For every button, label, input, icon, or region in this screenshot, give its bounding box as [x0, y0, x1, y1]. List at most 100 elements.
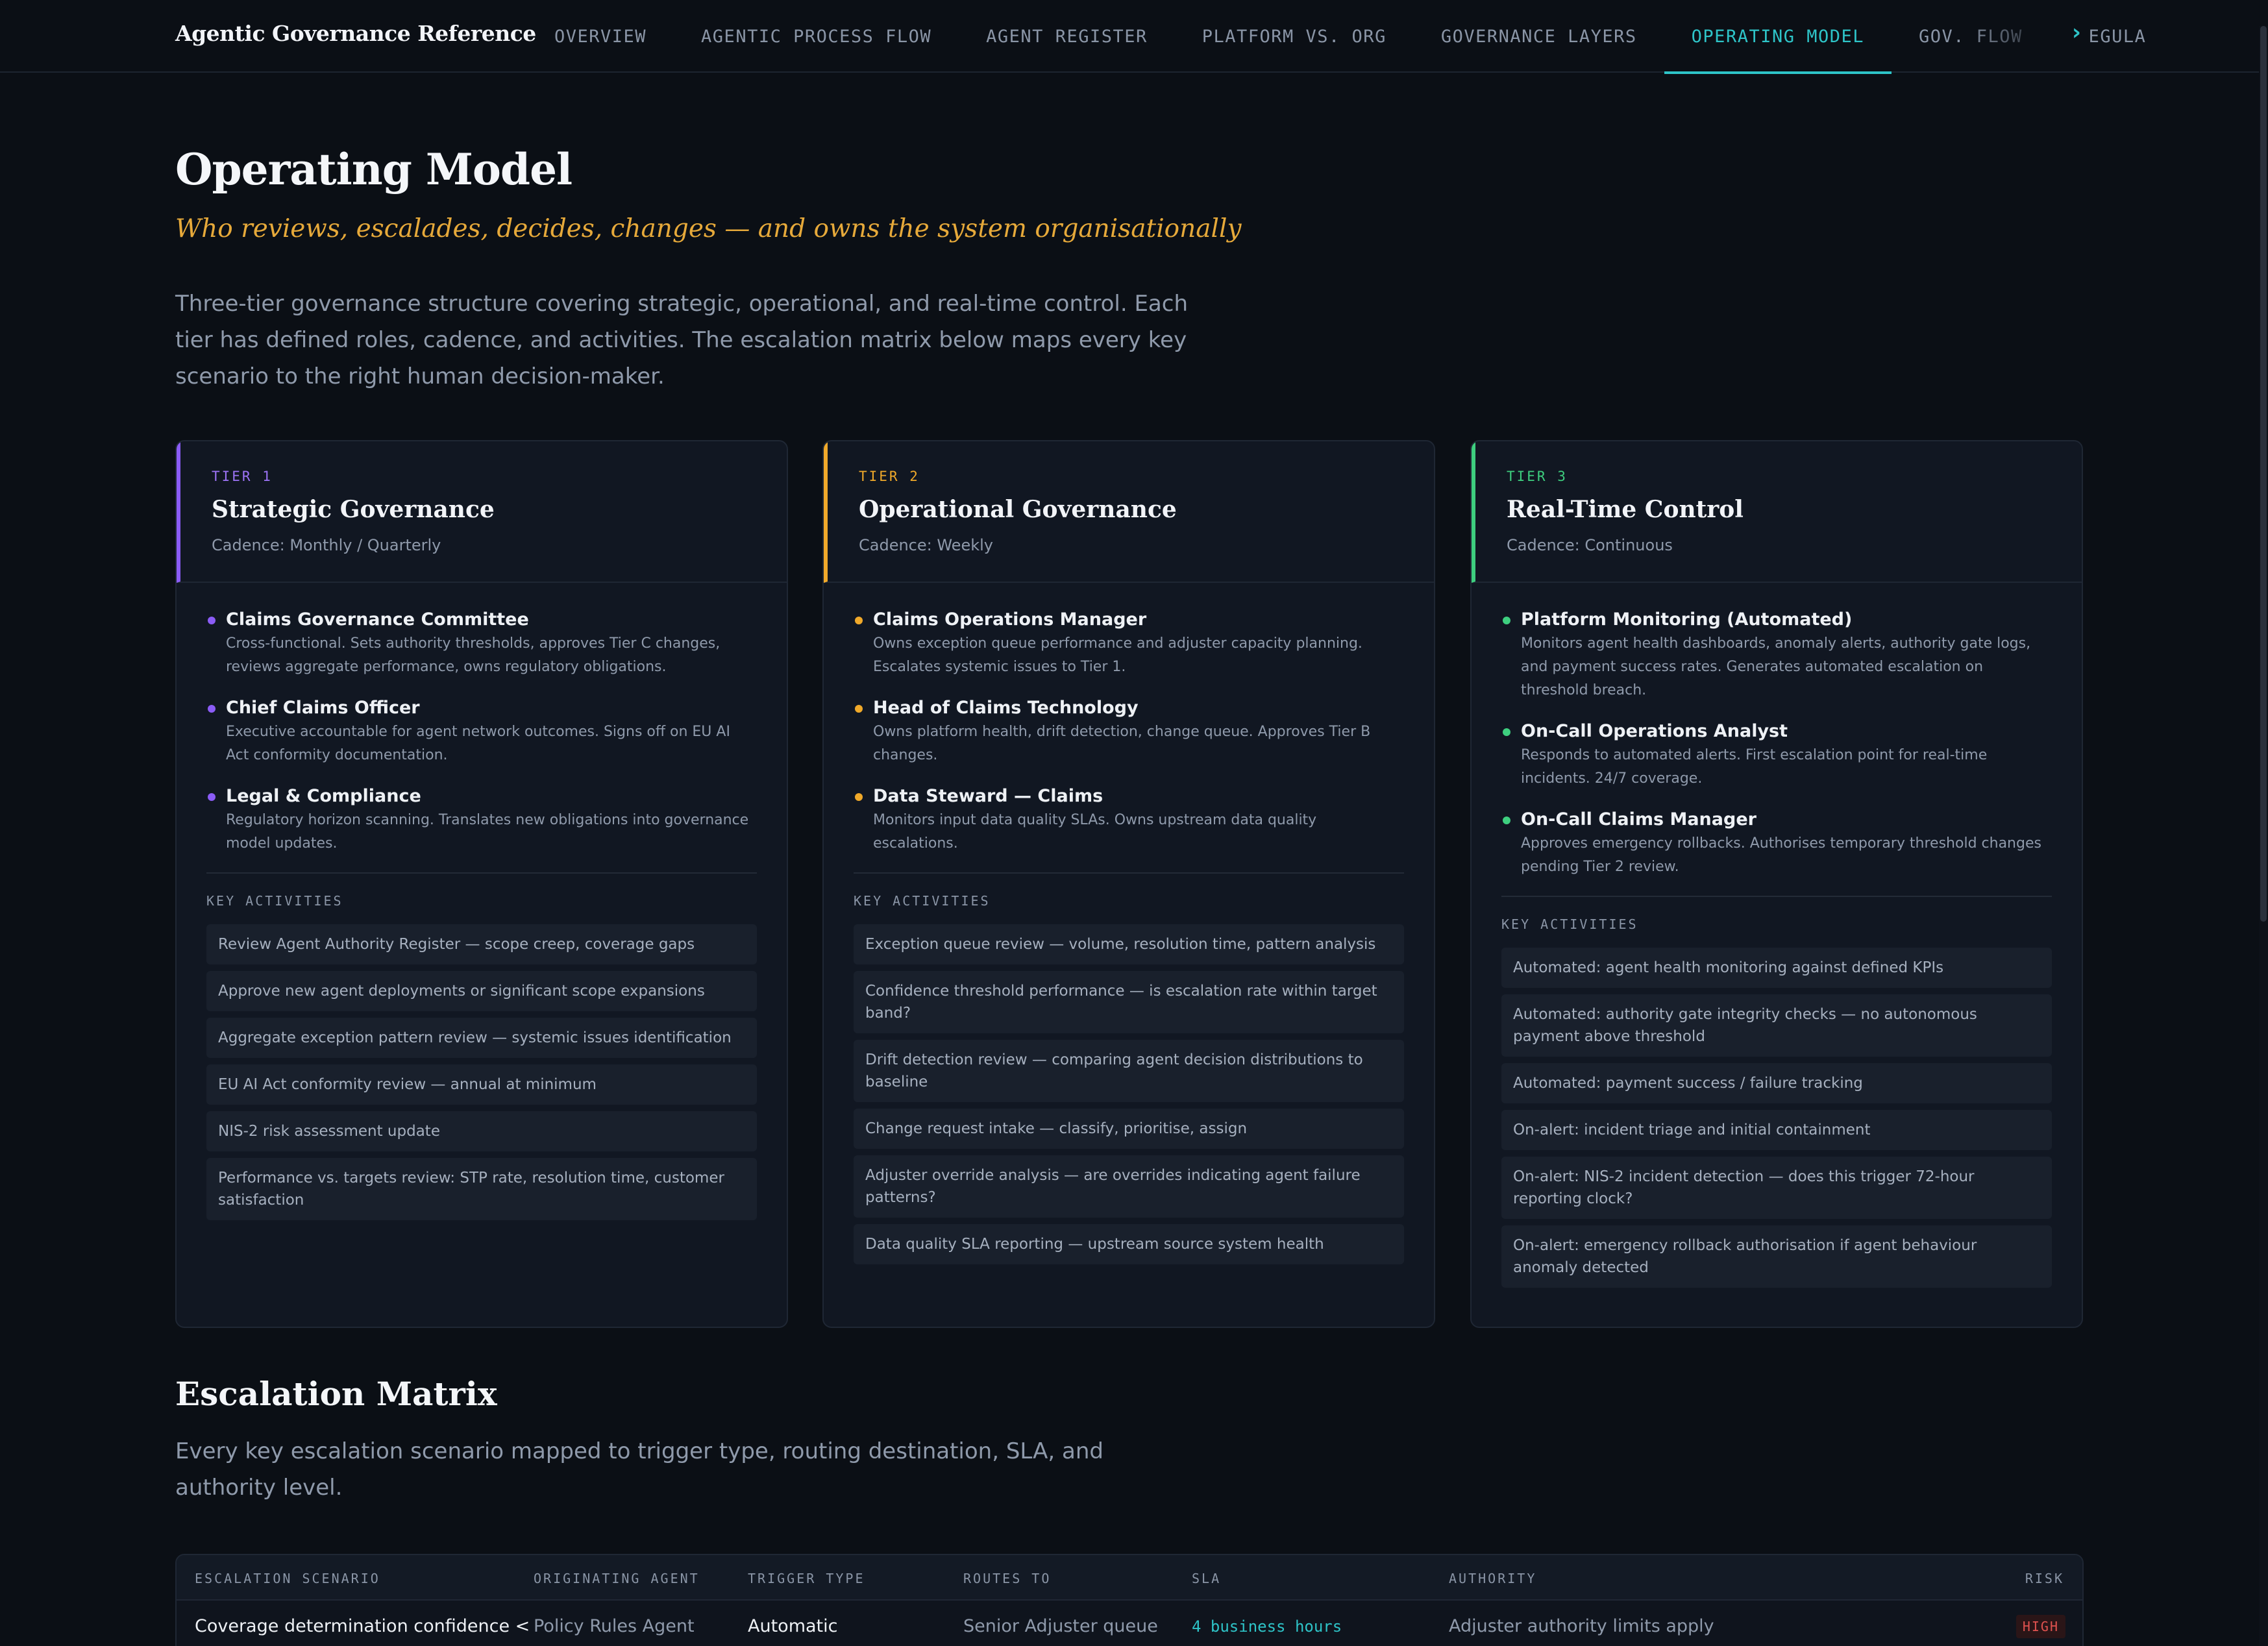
role-title: Chief Claims Officer [226, 698, 420, 718]
role-title: Claims Operations Manager [873, 609, 1147, 630]
column-header-trigger[interactable]: TRIGGER TYPE [748, 1571, 865, 1586]
tier-body: Claims Governance Committee Cross-functi… [177, 583, 787, 1220]
chevron-right-icon[interactable]: › [2072, 19, 2081, 45]
role-item: Platform Monitoring (Automated) Monitors… [1501, 608, 2052, 702]
role-title: On-Call Claims Manager [1521, 809, 1756, 829]
role-item: Head of Claims Technology Owns platform … [854, 696, 1404, 767]
role-description: Monitors input data quality SLAs. Owns u… [873, 812, 1317, 852]
activity-item: EU AI Act conformity review — annual at … [206, 1064, 757, 1105]
role-title: Head of Claims Technology [873, 698, 1139, 718]
tier-body: Platform Monitoring (Automated) Monitors… [1472, 583, 2082, 1288]
brand-title[interactable]: Agentic Governance Reference [175, 21, 536, 46]
activity-item: Automated: payment success / failure tra… [1501, 1063, 2052, 1103]
role-description: Owns exception queue performance and adj… [873, 635, 1362, 675]
role-description: Owns platform health, drift detection, c… [873, 724, 1371, 763]
bullet-dot-icon [855, 705, 863, 713]
tier-card-1: TIER 1 Strategic Governance Cadence: Mon… [175, 440, 788, 1328]
activity-item: Data quality SLA reporting — upstream so… [854, 1224, 1404, 1264]
escalation-title: Escalation Matrix [175, 1375, 497, 1413]
cell-trigger: Automatic [748, 1616, 838, 1636]
cell-authority: Adjuster authority limits apply [1449, 1616, 1714, 1636]
table-header: ESCALATION SCENARIO ORIGINATING AGENT TR… [177, 1555, 2082, 1601]
page-title: Operating Model [175, 144, 573, 195]
tab-agent-register[interactable]: AGENT REGISTER [959, 0, 1175, 73]
divider [206, 872, 757, 874]
tier-header: TIER 1 Strategic Governance Cadence: Mon… [177, 441, 787, 583]
tier-cadence: Cadence: Continuous [1507, 536, 1673, 554]
tier-header: TIER 2 Operational Governance Cadence: W… [824, 441, 1434, 583]
tier-header: TIER 3 Real-Time Control Cadence: Contin… [1472, 441, 2082, 583]
tier-label: TIER 2 [859, 469, 920, 484]
tier-label: TIER 1 [212, 469, 273, 484]
bullet-dot-icon [855, 617, 863, 624]
activity-item: Approve new agent deployments or signifi… [206, 971, 757, 1011]
activity-item: Confidence threshold performance — is es… [854, 971, 1404, 1033]
role-description: Approves emergency rollbacks. Authorises… [1521, 835, 2041, 875]
role-description: Monitors agent health dashboards, anomal… [1521, 635, 2031, 698]
bullet-dot-icon [208, 793, 216, 801]
tab-operating-model[interactable]: OPERATING MODEL [1664, 0, 1892, 74]
escalation-table: ESCALATION SCENARIO ORIGINATING AGENT TR… [175, 1554, 2084, 1646]
bullet-dot-icon [855, 793, 863, 801]
column-header-scenario[interactable]: ESCALATION SCENARIO [195, 1571, 380, 1586]
tab-governance-layers[interactable]: GOVERNANCE LAYERS [1414, 0, 1664, 73]
tier-name: Operational Governance [859, 496, 1177, 523]
bullet-dot-icon [208, 617, 216, 624]
tab-platform-vs-org[interactable]: PLATFORM VS. ORG [1175, 0, 1414, 73]
column-header-sla[interactable]: SLA [1192, 1571, 1221, 1586]
role-title: Claims Governance Committee [226, 609, 529, 630]
activity-item: Adjuster override analysis — are overrid… [854, 1155, 1404, 1218]
scrollbar-thumb[interactable] [2260, 26, 2267, 922]
tab-agentic-process-flow[interactable]: AGENTIC PROCESS FLOW [674, 0, 959, 73]
risk-badge: HIGH [2015, 1615, 2065, 1638]
activity-item: On-alert: incident triage and initial co… [1501, 1110, 2052, 1150]
role-description: Cross-functional. Sets authority thresho… [226, 635, 721, 675]
page-subtitle: Who reviews, escalades, decides, changes… [175, 214, 1242, 243]
activity-item: Aggregate exception pattern review — sys… [206, 1018, 757, 1058]
tier-cadence: Cadence: Monthly / Quarterly [212, 536, 441, 554]
cell-agent: Policy Rules Agent [534, 1616, 695, 1636]
nav-fade [1960, 0, 2090, 71]
bullet-dot-icon [208, 705, 216, 713]
role-item: Legal & Compliance Regulatory horizon sc… [206, 784, 757, 855]
column-header-authority[interactable]: AUTHORITY [1449, 1571, 1536, 1586]
activity-item: Review Agent Authority Register — scope … [206, 924, 757, 964]
activity-item: Automated: authority gate integrity chec… [1501, 994, 2052, 1057]
cell-sla: 4 business hours [1192, 1617, 1342, 1636]
divider [1501, 896, 2052, 897]
bullet-dot-icon [1503, 817, 1510, 824]
role-title: Platform Monitoring (Automated) [1521, 609, 1853, 630]
activity-item: Change request intake — classify, priori… [854, 1109, 1404, 1149]
bullet-dot-icon [1503, 617, 1510, 624]
column-header-risk[interactable]: RISK [2025, 1571, 2064, 1586]
role-item: Data Steward — Claims Monitors input dat… [854, 784, 1404, 855]
tier-card-3: TIER 3 Real-Time Control Cadence: Contin… [1470, 440, 2083, 1328]
role-description: Executive accountable for agent network … [226, 724, 730, 763]
cell-routes-to: Senior Adjuster queue [963, 1616, 1158, 1636]
bullet-dot-icon [1503, 728, 1510, 736]
role-item: Claims Governance Committee Cross-functi… [206, 608, 757, 679]
tier-label: TIER 3 [1507, 469, 1568, 484]
top-nav: Agentic Governance Reference OVERVIEW AG… [0, 0, 2268, 74]
page-intro: Three-tier governance structure covering… [175, 291, 1188, 389]
tier-body: Claims Operations Manager Owns exception… [824, 583, 1434, 1264]
activity-item: NIS-2 risk assessment update [206, 1111, 757, 1151]
activity-item: On-alert: NIS-2 incident detection — doe… [1501, 1157, 2052, 1219]
tier-cadence: Cadence: Weekly [859, 536, 993, 554]
cell-scenario: Coverage determination confidence < [195, 1616, 530, 1636]
activity-item: Performance vs. targets review: STP rate… [206, 1158, 757, 1220]
escalation-intro: Every key escalation scenario mapped to … [175, 1438, 1103, 1501]
role-title: Legal & Compliance [226, 786, 421, 806]
activity-item: Automated: agent health monitoring again… [1501, 948, 2052, 988]
tier-card-2: TIER 2 Operational Governance Cadence: W… [822, 440, 1435, 1328]
key-activities-label: KEY ACTIVITIES [206, 893, 343, 909]
activity-item: Drift detection review — comparing agent… [854, 1040, 1404, 1102]
role-title: On-Call Operations Analyst [1521, 721, 1788, 741]
key-activities-label: KEY ACTIVITIES [854, 893, 991, 909]
role-item: Claims Operations Manager Owns exception… [854, 608, 1404, 679]
tab-overview[interactable]: OVERVIEW [527, 0, 674, 73]
column-header-agent[interactable]: ORIGINATING AGENT [534, 1571, 700, 1586]
column-header-routes-to[interactable]: ROUTES TO [963, 1571, 1051, 1586]
key-activities-label: KEY ACTIVITIES [1501, 916, 1638, 932]
tier-name: Strategic Governance [212, 496, 495, 523]
